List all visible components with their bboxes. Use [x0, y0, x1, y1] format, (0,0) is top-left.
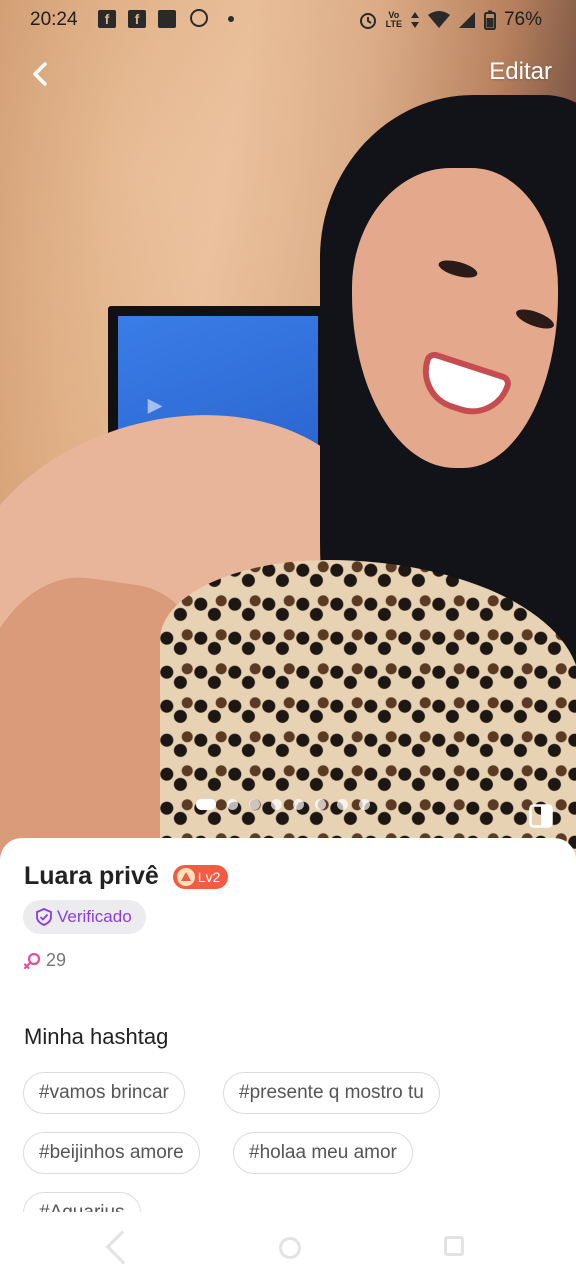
nav-recents-icon[interactable]: [444, 1236, 464, 1256]
edit-button[interactable]: Editar: [489, 58, 552, 86]
gender-female-icon: [23, 952, 41, 969]
hashtag-chip[interactable]: #holaa meu amor: [233, 1132, 413, 1174]
signal-icon: [458, 12, 475, 28]
battery-icon: [483, 10, 496, 30]
profile-name: Luara privê: [24, 862, 159, 890]
hashtag-section-title: Minha hashtag: [24, 1024, 169, 1049]
battery-level: 76%: [503, 9, 542, 30]
pager-dot[interactable]: [293, 799, 304, 810]
followers-count[interactable]: 29: [22, 950, 66, 971]
wifi-icon: [427, 11, 450, 28]
back-button[interactable]: [22, 56, 58, 92]
pager-dot[interactable]: [315, 799, 326, 810]
level-icon: [176, 867, 195, 886]
pager-dot[interactable]: [271, 799, 282, 810]
nav-back-icon[interactable]: [105, 1230, 140, 1265]
data-arrows-icon: [410, 12, 419, 28]
system-nav-bar: [0, 1222, 576, 1280]
pager-dot[interactable]: [337, 799, 348, 810]
pager-dot[interactable]: [227, 799, 238, 810]
volte-indicator: Vo LTE: [385, 10, 402, 29]
layout-toggle-icon[interactable]: [529, 804, 553, 828]
hashtag-chip[interactable]: #Aquarius: [23, 1192, 141, 1212]
level-badge: Lv2: [172, 864, 229, 889]
followers-number: 29: [46, 950, 67, 970]
hashtag-chip[interactable]: #beijinhos amore: [23, 1132, 200, 1174]
status-bar: 20:24 f f Vo LTE 76%: [0, 0, 576, 38]
hashtag-chip[interactable]: #presente q mostro tu: [223, 1072, 440, 1114]
pager-dot[interactable]: [359, 799, 370, 810]
nav-home-icon[interactable]: [279, 1237, 301, 1259]
pager-dot[interactable]: [249, 799, 260, 810]
hashtag-chip[interactable]: #vamos brincar: [23, 1072, 185, 1114]
hashtag-list: #vamos brincar #presente q mostro tu #be…: [23, 1072, 553, 1212]
alarm-icon: [359, 13, 376, 29]
chevron-left-icon: [33, 62, 47, 86]
name-row: Luara privê Lv2: [24, 862, 229, 891]
more-notifications-icon: [228, 16, 234, 22]
shield-check-icon: [36, 908, 52, 926]
photo-pager-dots: [196, 799, 370, 810]
level-label: Lv2: [197, 868, 221, 885]
status-time: 20:24: [30, 9, 78, 30]
facebook-icon: f: [128, 10, 146, 28]
verified-badge: Verificado: [23, 900, 146, 934]
facebook-icon: f: [98, 10, 116, 28]
profile-photo[interactable]: ▶: [0, 0, 576, 860]
verified-label: Verificado: [57, 907, 132, 926]
sync-icon: [190, 9, 208, 27]
pager-dot-active[interactable]: [196, 799, 216, 810]
app-notification-icon: [158, 10, 176, 28]
